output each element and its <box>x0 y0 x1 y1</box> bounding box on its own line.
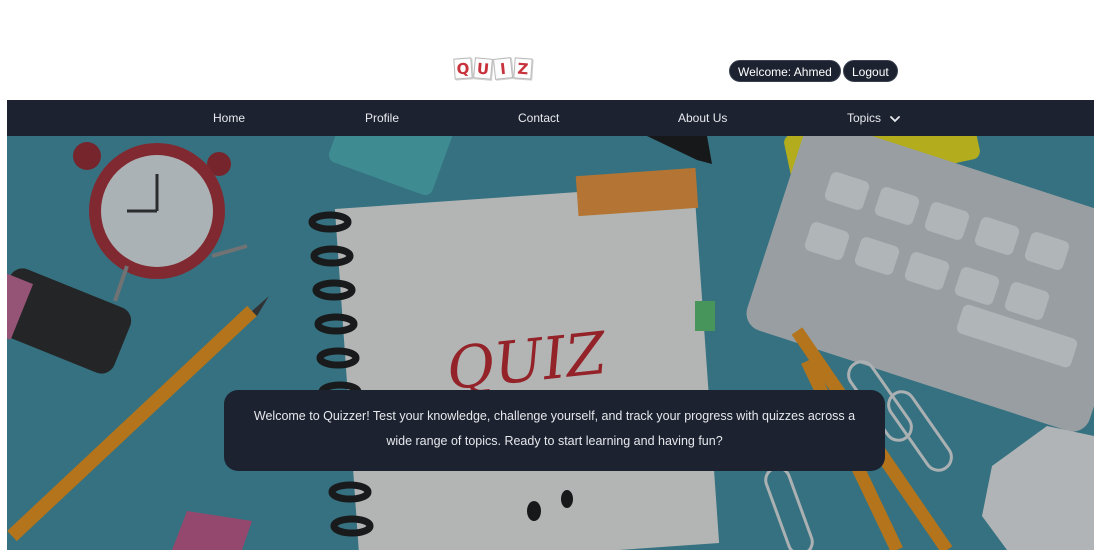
nav-item-home[interactable]: Home <box>213 100 245 136</box>
nav-item-about-us[interactable]: About Us <box>678 100 727 136</box>
nav-item-label: Home <box>213 111 246 125</box>
nav-item-label: Topics <box>847 111 882 125</box>
logout-button[interactable]: Logout <box>843 60 898 82</box>
logo-tile: U <box>473 57 493 80</box>
logo-tile: I <box>492 57 514 80</box>
welcome-message: Welcome to Quizzer! Test your knowledge,… <box>253 409 856 448</box>
welcome-message-card: Welcome to Quizzer! Test your knowledge,… <box>224 390 885 471</box>
main-nav: Home Profile Contact About Us Topics <box>7 100 1094 136</box>
hero-banner: QUIZ Welcome to Quizzer! Test your knowl… <box>7 136 1094 550</box>
hero-dim-overlay <box>7 136 1094 550</box>
welcome-badge: Welcome: Ahmed <box>729 60 841 82</box>
nav-item-label: About Us <box>678 111 728 125</box>
quiz-logo[interactable]: Q U I Z <box>453 57 533 80</box>
nav-item-profile[interactable]: Profile <box>365 100 399 136</box>
nav-item-contact[interactable]: Contact <box>518 100 559 136</box>
logo-tile: Z <box>513 57 533 80</box>
nav-item-label: Contact <box>518 111 560 125</box>
logo-tile: Q <box>453 57 473 80</box>
nav-item-label: Profile <box>365 111 400 125</box>
nav-item-topics[interactable]: Topics <box>847 100 901 137</box>
header: Q U I Z Welcome: Ahmed Logout <box>0 0 1094 100</box>
chevron-down-icon <box>890 101 901 137</box>
